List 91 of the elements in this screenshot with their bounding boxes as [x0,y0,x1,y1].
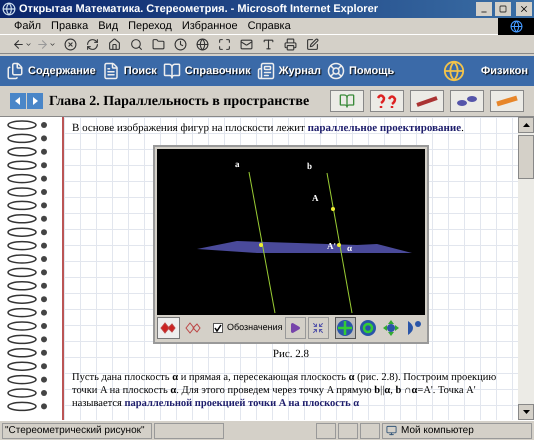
search-icon [130,38,142,50]
browser-logo [498,18,534,34]
checkbox-label: Обозначения [226,321,282,334]
point-label: α [347,243,352,253]
tool-button[interactable] [334,317,356,339]
book-button[interactable] [330,90,364,112]
maximize-button[interactable] [495,2,511,16]
status-panel [154,422,224,438]
nav-link[interactable]: Справочник [162,62,251,80]
question-marks-button[interactable] [370,90,404,112]
point-label: A [312,193,318,203]
status-text: "Стереометрический рисунок" [2,422,152,438]
lifebuoy-icon [326,62,345,80]
edit-icon [306,38,318,50]
nav-link[interactable]: Поиск [102,62,157,80]
menu-item[interactable]: Избранное [182,18,238,34]
forward-arrow-icon [36,38,49,50]
down-triangle-icon [522,410,530,414]
pages-icon [6,62,24,80]
play-button[interactable] [284,317,306,339]
clock-icon [174,38,186,50]
stop-icon [64,38,76,50]
fullscreen-icon [218,38,230,50]
window-title: Открытая Математика. Стереометрия. - Microsoft Internet Explorer [19,2,379,17]
bar-icon [415,95,439,107]
refresh-icon [86,38,98,50]
app-icon [2,2,16,16]
shrink-icon [312,322,324,334]
previous-button[interactable] [10,93,26,109]
nav-link[interactable]: Содержание [6,62,96,80]
document-icon [102,62,120,80]
status-panel [338,422,358,438]
menu-item[interactable]: Вид [98,18,118,34]
nav-link[interactable]: Журнал [256,62,321,80]
up-triangle-icon [522,123,530,127]
zone-text: Мой компьютер [382,422,532,438]
menu-item[interactable]: Файл [14,18,42,34]
ring-icon [359,319,378,337]
maximize-icon [499,5,507,13]
globe-icon [196,38,208,50]
scroll-thumb[interactable] [518,135,534,179]
status-panel [360,422,380,438]
body-paragraph: Пусть дана плоскость α и прямая a, пересекающая плоскость α (рис. 2.8). Построим проекцию точки A на плоскость α. Для этого проведем через точку A прямую b||α, b ∩α=A'. Точка A' называется параллельной проекцией точки A на плоскость α [72,370,498,410]
book-icon [162,62,181,80]
computer-icon [386,425,397,436]
font-icon [262,38,274,50]
print-icon [284,38,296,50]
move-arrows-icon [382,319,400,337]
point-label: A' [327,241,336,251]
close-icon [519,4,529,14]
diamonds-icon [160,322,176,334]
play-icon [289,322,302,334]
chapter-title: Глава 2. Параллельность в пространстве [49,92,310,110]
menu-item[interactable]: Справка [248,18,291,34]
intro-text: В основе изображения фигур на плоскости лежит параллельное проектирование. [72,121,465,135]
caret-icon [49,40,56,48]
plus-circle-icon [336,319,354,337]
labels-checkbox[interactable] [212,323,223,333]
next-button[interactable] [27,93,43,109]
minimize-button[interactable] [476,2,492,16]
diamonds-icon [185,322,202,334]
status-panel [316,422,336,438]
folder-icon [152,38,164,50]
caret-icon [25,40,32,48]
term-link[interactable]: параллельной проекцией точки A на плоскость α [124,398,360,408]
back-arrow-icon [12,38,25,50]
newspaper-icon [256,62,275,80]
nav-link[interactable]: Помощь [326,62,394,80]
view-mode-button[interactable] [157,317,180,339]
brand-link[interactable]: Физикон [480,62,528,80]
close-button[interactable] [516,2,532,16]
globe-icon [442,60,465,82]
figure-caption: Рис. 2.8 [272,347,310,362]
tool-button[interactable] [358,317,379,339]
point-label: b [307,161,312,171]
menu-item[interactable]: Правка [51,18,88,34]
half-sphere-icon [405,319,424,337]
right-triangle-icon [31,97,39,105]
shrink-button[interactable] [308,317,329,339]
bar-icon [495,95,519,107]
menu-item[interactable]: Переход [128,18,172,34]
scroll-down-button[interactable] [518,404,534,420]
footprints-button[interactable] [450,90,484,112]
scroll-up-button[interactable] [518,117,534,133]
question-marks-icon [375,93,399,109]
book-icon [339,93,355,109]
point-label: a [235,159,240,169]
footprints-icon [455,94,479,108]
left-triangle-icon [14,97,22,105]
mail-icon [240,38,252,50]
home-icon [108,38,120,50]
